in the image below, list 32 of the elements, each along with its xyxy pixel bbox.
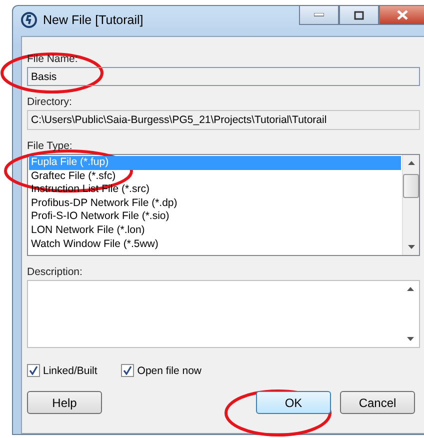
ok-button[interactable]: OK [256, 391, 331, 414]
scroll-down-icon[interactable] [408, 245, 414, 249]
scroll-up-icon[interactable] [407, 287, 414, 291]
minimize-icon [314, 13, 324, 17]
file-type-item[interactable]: Graftec File (*.sfc) [29, 170, 401, 184]
file-type-item[interactable]: Watch Window File (*.5ww) [29, 238, 401, 252]
checkbox[interactable] [27, 364, 40, 377]
window-title: New File [Tutorail] [43, 13, 144, 27]
checkbox-label: Open file now [137, 364, 202, 376]
app-logo-icon [21, 12, 37, 28]
description-field[interactable] [27, 280, 420, 348]
maximize-button[interactable] [339, 6, 379, 25]
directory-field: C:\Users\Public\Saia-Burgess\PG5_21\Projects\Tutorial\Tutorail [27, 110, 420, 130]
scroll-up-icon[interactable] [408, 161, 414, 165]
scroll-down-icon[interactable] [407, 337, 414, 341]
file-type-item[interactable]: LON Network File (*.lon) [29, 224, 401, 238]
close-icon [396, 10, 408, 20]
maximize-icon [354, 10, 364, 20]
file-type-item[interactable]: Profi-S-IO Network File (*.sio) [29, 210, 401, 224]
checkbox[interactable] [121, 364, 134, 377]
dialog-button[interactable]: Help [27, 391, 102, 414]
checkbox-label: Linked/Built [43, 364, 98, 376]
minimize-button[interactable] [299, 6, 339, 25]
description-label: Description: [27, 266, 84, 278]
directory-label: Directory: [27, 96, 73, 108]
close-button[interactable] [379, 6, 424, 25]
file-type-label: File Type: [27, 140, 74, 152]
file-name-field[interactable]: Basis [27, 67, 420, 86]
dialog-button[interactable]: Cancel [340, 391, 415, 414]
file-name-label: File Name: [27, 53, 79, 65]
file-type-item[interactable]: Profibus-DP Network File (*.dp) [29, 196, 401, 210]
scroll-thumb[interactable] [403, 174, 419, 198]
